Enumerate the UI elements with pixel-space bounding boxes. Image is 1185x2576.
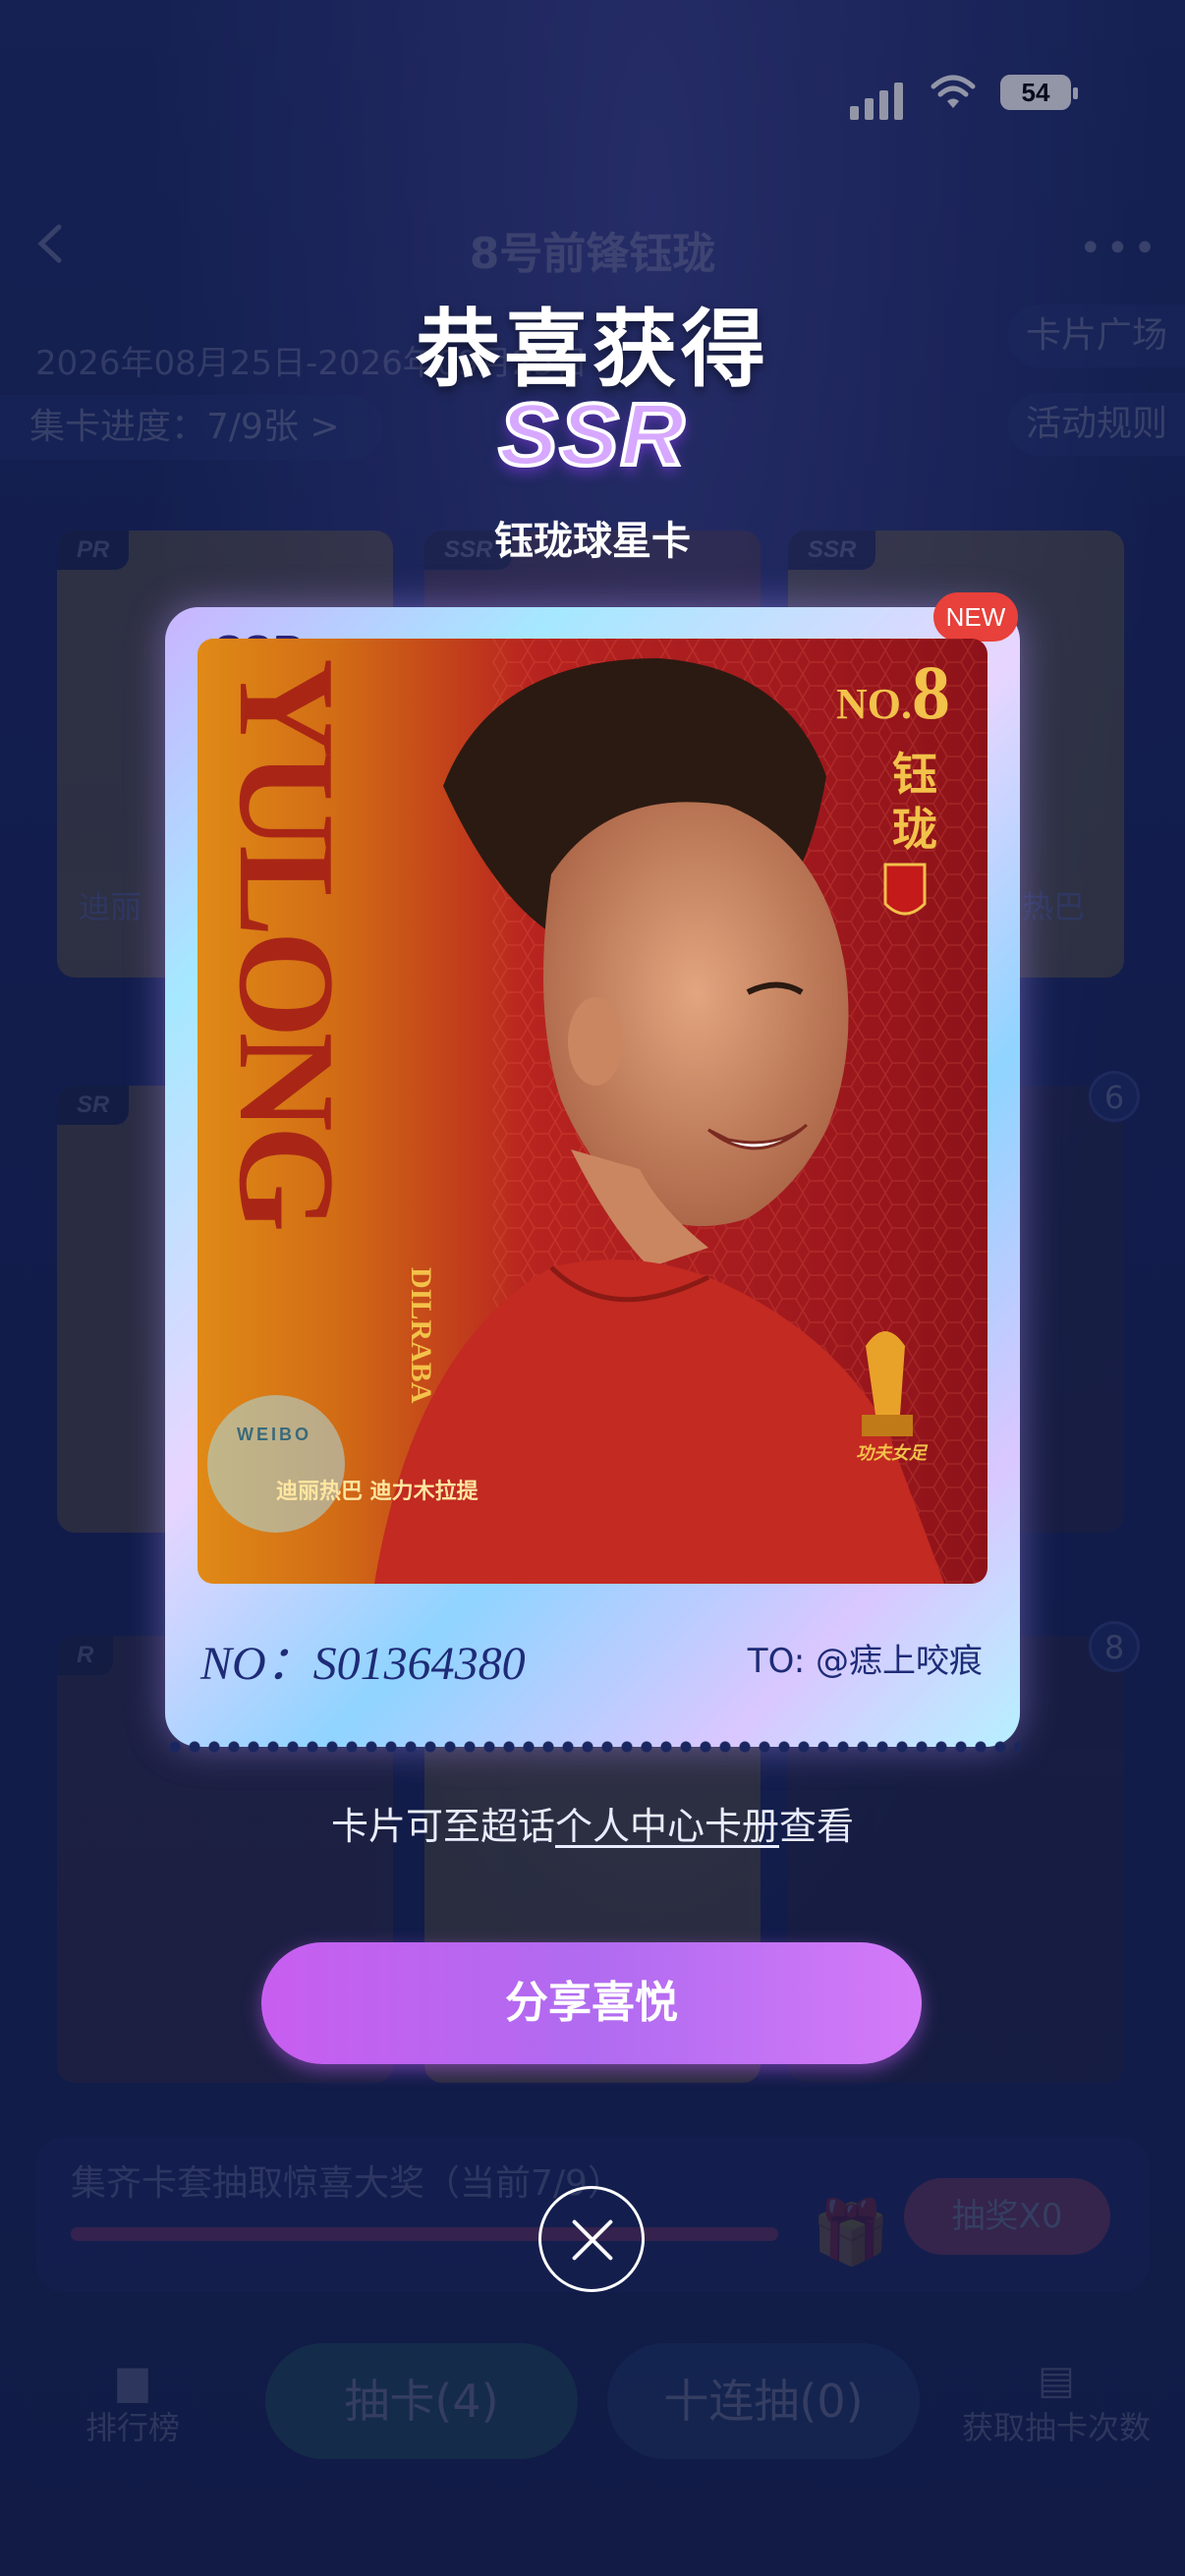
photo-caption: 迪丽热巴 迪力木拉提 bbox=[276, 1480, 479, 1504]
hint-prefix: 卡片可至超话 bbox=[330, 1805, 555, 1848]
trophy-text: 功夫女足 bbox=[856, 1443, 927, 1464]
recipient: TO: @痣上咬痕 bbox=[747, 1642, 983, 1681]
close-icon[interactable] bbox=[538, 2186, 645, 2292]
rarity-title: SSR bbox=[496, 384, 687, 486]
serial-number: NO：S01364380 bbox=[200, 1638, 526, 1690]
no-label: NO. bbox=[836, 680, 912, 728]
card-name: 钰珑球星卡 bbox=[494, 519, 691, 564]
share-button[interactable]: 分享喜悦 bbox=[261, 1942, 922, 2064]
card-photo: YULONG NO.8 钰珑 DILRABA 迪丽热巴 迪力木拉提 WEIBO … bbox=[198, 639, 988, 1584]
perforated-edge bbox=[165, 1739, 1020, 1755]
player-name-vertical: 钰珑 bbox=[892, 748, 937, 856]
album-hint: 卡片可至超话个人中心卡册查看 bbox=[0, 1796, 1185, 1850]
album-link[interactable]: 个人中心卡册 bbox=[555, 1805, 779, 1848]
number-label: NO.8 bbox=[836, 648, 950, 737]
obtained-card[interactable]: SSR NEW bbox=[165, 592, 1020, 1755]
new-badge: NEW bbox=[933, 592, 1018, 642]
hint-suffix: 查看 bbox=[779, 1805, 855, 1848]
sub-name: DILRABA bbox=[405, 1267, 437, 1404]
weibo-watermark: WEIBO bbox=[237, 1425, 311, 1444]
player-number: 8 bbox=[912, 649, 950, 735]
